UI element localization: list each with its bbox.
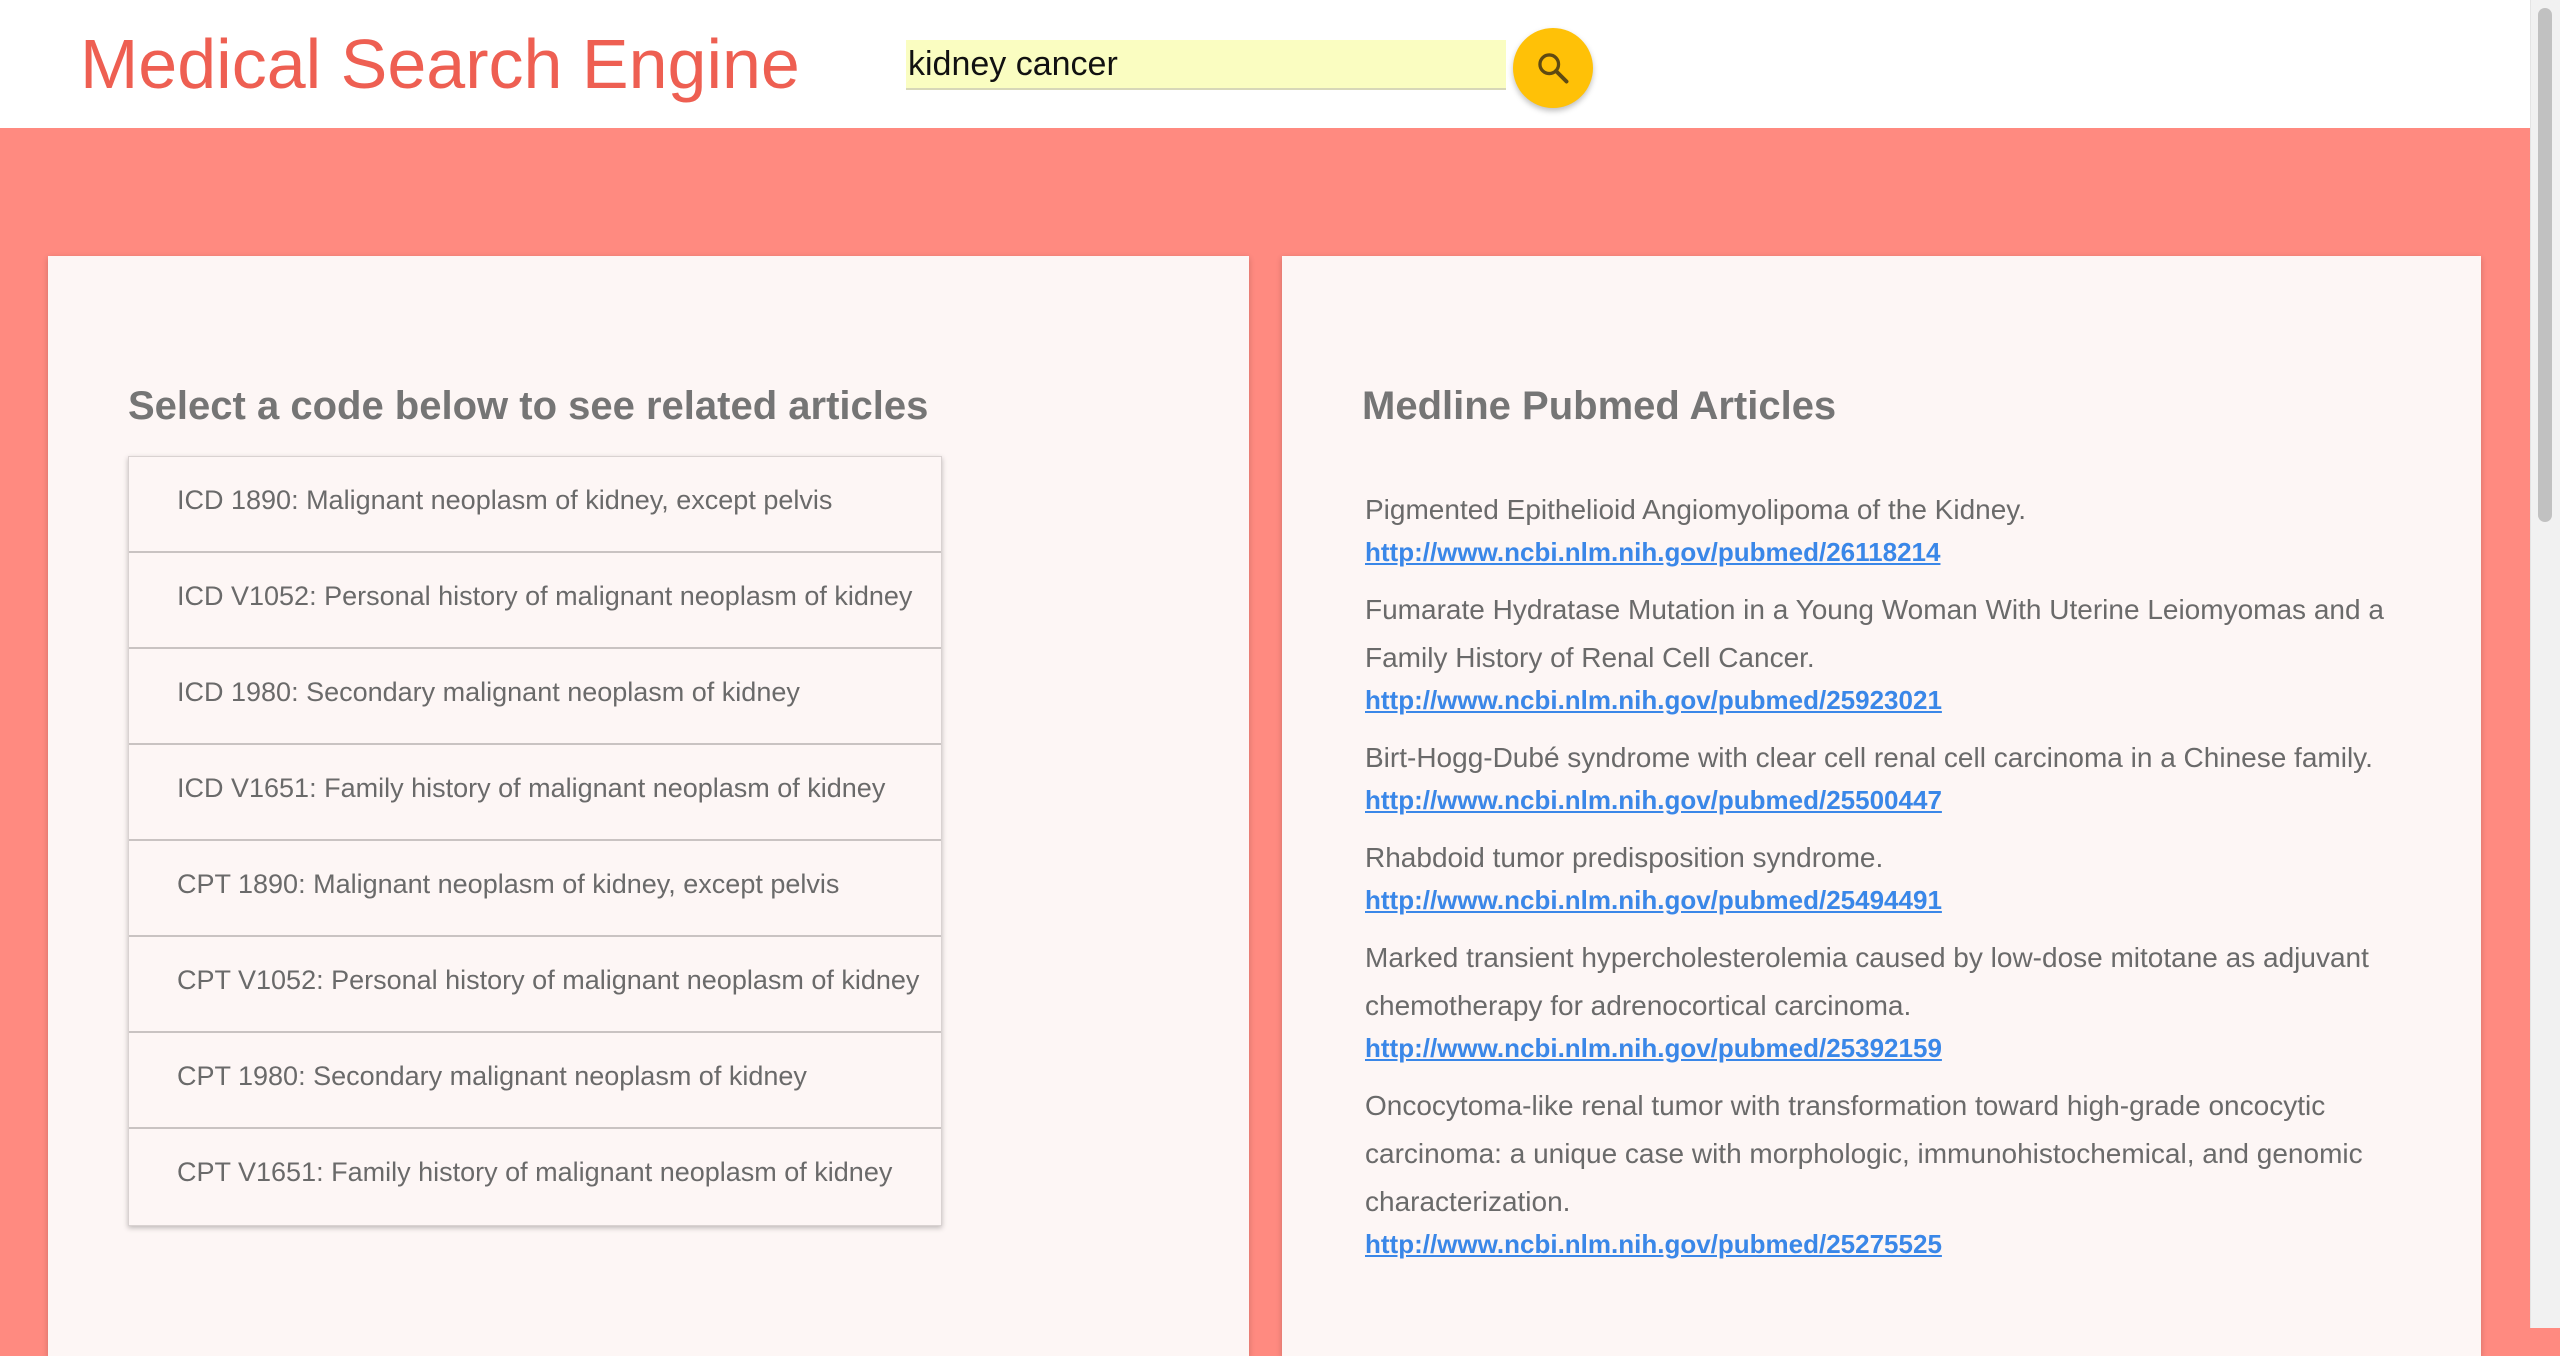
code-item[interactable]: CPT V1651: Family history of malignant n… [129,1129,941,1225]
article-title: Oncocytoma-like renal tumor with transfo… [1365,1090,2363,1217]
articles-card-title: Medline Pubmed Articles [1362,384,1837,428]
search-icon [1538,53,1569,84]
codes-card: Select a code below to see related artic… [48,256,1249,1356]
search-input[interactable] [906,40,1506,90]
article-title: Marked transient hypercholesterolemia ca… [1365,942,2369,1021]
code-item[interactable]: CPT V1052: Personal history of malignant… [129,937,941,1033]
article-link[interactable]: http://www.ncbi.nlm.nih.gov/pubmed/25392… [1365,1030,2385,1066]
article-link[interactable]: http://www.ncbi.nlm.nih.gov/pubmed/25275… [1365,1226,2385,1262]
article-title: Fumarate Hydratase Mutation in a Young W… [1365,594,2384,673]
article-link[interactable]: http://www.ncbi.nlm.nih.gov/pubmed/25500… [1365,782,2385,818]
article-title: Rhabdoid tumor predisposition syndrome. [1365,842,1884,873]
article-link[interactable]: http://www.ncbi.nlm.nih.gov/pubmed/26118… [1365,534,2385,570]
article-list: Pigmented Epithelioid Angiomyolipoma of … [1365,486,2385,1278]
header: Medical Search Engine [0,0,2530,128]
code-item[interactable]: ICD 1980: Secondary malignant neoplasm o… [129,649,941,745]
article-item: Fumarate Hydratase Mutation in a Young W… [1365,586,2385,718]
code-item[interactable]: ICD V1052: Personal history of malignant… [129,553,941,649]
search-button[interactable] [1513,28,1593,108]
article-item: Pigmented Epithelioid Angiomyolipoma of … [1365,486,2385,570]
article-item: Birt-Hogg-Dubé syndrome with clear cell … [1365,734,2385,818]
article-link[interactable]: http://www.ncbi.nlm.nih.gov/pubmed/25494… [1365,882,2385,918]
code-item[interactable]: ICD 1890: Malignant neoplasm of kidney, … [129,457,941,553]
article-item: Marked transient hypercholesterolemia ca… [1365,934,2385,1066]
article-title: Birt-Hogg-Dubé syndrome with clear cell … [1365,742,2373,773]
code-item[interactable]: CPT 1890: Malignant neoplasm of kidney, … [129,841,941,937]
article-item: Rhabdoid tumor predisposition syndrome. … [1365,834,2385,918]
article-link[interactable]: http://www.ncbi.nlm.nih.gov/pubmed/25923… [1365,682,2385,718]
articles-card: Medline Pubmed Articles Pigmented Epithe… [1282,256,2481,1356]
page-scrollbar-thumb[interactable] [2538,8,2552,522]
article-title: Pigmented Epithelioid Angiomyolipoma of … [1365,494,2026,525]
code-item[interactable]: ICD V1651: Family history of malignant n… [129,745,941,841]
article-item: Oncocytoma-like renal tumor with transfo… [1365,1082,2385,1262]
code-list: ICD 1890: Malignant neoplasm of kidney, … [128,456,942,1226]
code-item[interactable]: CPT 1980: Secondary malignant neoplasm o… [129,1033,941,1129]
app-title: Medical Search Engine [80,25,800,103]
codes-card-title: Select a code below to see related artic… [128,384,929,428]
